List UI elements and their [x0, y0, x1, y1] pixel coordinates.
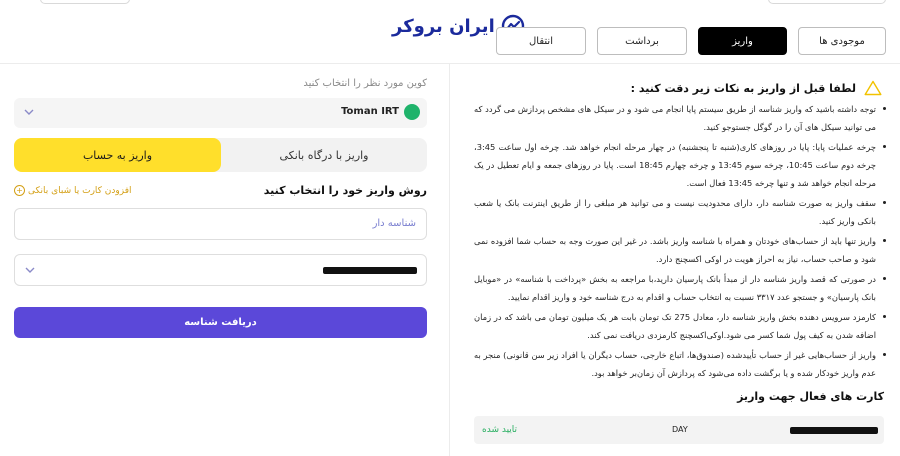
tab-label: انتقال [529, 35, 553, 47]
chevron-down-icon [24, 109, 34, 115]
panel-divider [449, 64, 450, 456]
note-item: واریز از حساب‌هایی غیر از حساب تأییدشده … [474, 346, 886, 382]
redacted-card-number [790, 427, 878, 434]
tab-balances[interactable]: موجودی ها [798, 27, 886, 55]
coin-select-label: کوین مورد نظر را انتخاب کنید [303, 78, 427, 89]
notes-title: لطفا قبل از واریز به نکات زیر دقت کنید : [630, 82, 856, 95]
active-cards-title: کارت های فعال جهت واریز [737, 390, 884, 403]
note-item: سقف واریز به صورت شناسه دار، دارای محدود… [474, 194, 886, 230]
logo-text: ایران بروکر [392, 15, 495, 37]
tab-transfer[interactable]: انتقال [496, 27, 586, 55]
card-status-badge: تایید شده [482, 425, 518, 435]
select-method-title: روش واریز خود را انتخاب کنید [263, 184, 427, 197]
note-item: در صورتی که قصد واریز شناسه دار از مبدأ … [474, 270, 886, 306]
notes-header: لطفا قبل از واریز به نکات زیر دقت کنید : [470, 80, 886, 98]
method-bank-gateway-button[interactable]: واریز با درگاه بانکی [221, 138, 427, 172]
warning-icon [864, 80, 882, 96]
top-navigation-bar: ایران بروکر موجودی ها واریز برداشت انتقا… [0, 0, 900, 64]
bank-card-select[interactable] [14, 254, 427, 286]
note-item: توجه داشته باشید که واریز شناسه از طریق … [474, 100, 886, 136]
header-control-left [40, 0, 130, 4]
deposit-method-toggle: واریز به حساب واریز با درگاه بانکی [14, 138, 427, 172]
method-to-account-button[interactable]: واریز به حساب [14, 138, 221, 172]
card-bank-code: DAY [672, 425, 688, 434]
selected-coin: Toman IRT [341, 106, 399, 117]
tab-deposit[interactable]: واریز [698, 27, 787, 55]
note-item: چرخه عملیات پایا: پایا در روزهای کاری(شن… [474, 138, 886, 192]
note-item: واریز تنها باید از حساب‌های خودتان و همر… [474, 232, 886, 268]
get-id-button[interactable]: دریافت شناسه [14, 307, 427, 338]
tab-withdraw[interactable]: برداشت [597, 27, 687, 55]
tab-label: واریز [732, 35, 753, 47]
id-type-field[interactable]: شناسه دار [14, 208, 427, 240]
chevron-down-icon [25, 267, 35, 273]
plus-circle-icon: + [14, 185, 25, 196]
toman-coin-icon [404, 104, 420, 120]
add-card-link[interactable]: + افزودن کارت یا شبای بانکی [14, 185, 132, 196]
note-item: کارمزد سرویس دهنده بخش واریز شناسه دار، … [474, 308, 886, 344]
redacted-card-number [323, 267, 417, 274]
coin-select[interactable]: Toman IRT [14, 98, 427, 128]
deposit-notes-list: توجه داشته باشید که واریز شناسه از طریق … [474, 100, 886, 384]
tab-label: برداشت [625, 35, 659, 47]
active-card-row: تایید شده DAY [474, 416, 884, 444]
id-type-value: شناسه دار [372, 218, 416, 229]
header-control-right [768, 0, 886, 4]
tab-label: موجودی ها [819, 35, 865, 47]
add-card-label: افزودن کارت یا شبای بانکی [28, 185, 132, 196]
